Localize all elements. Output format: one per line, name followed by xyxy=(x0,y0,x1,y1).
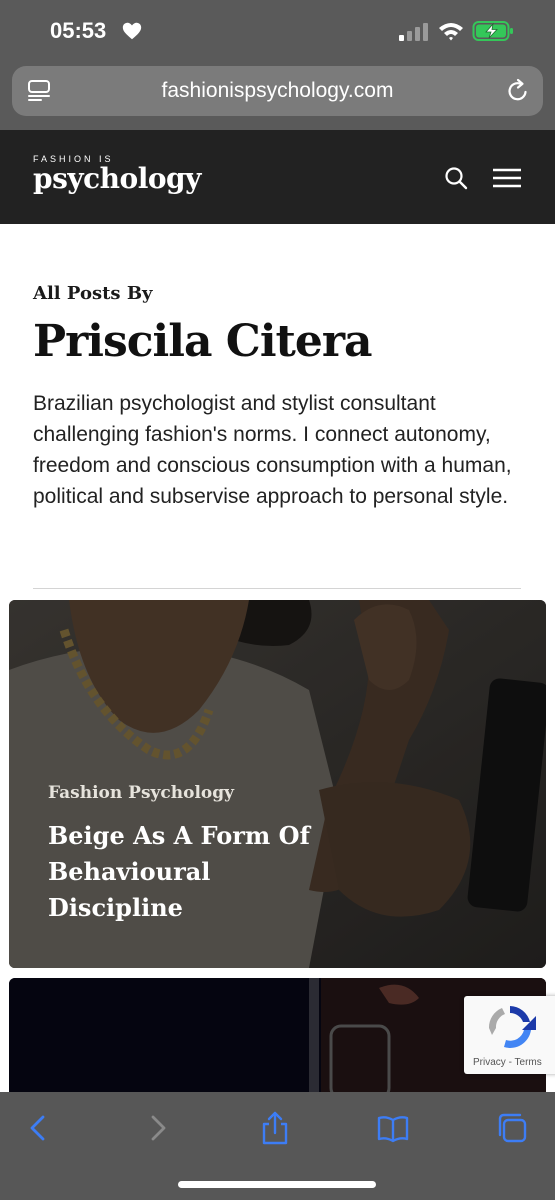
post-title[interactable]: Beige As A Form Of Behavioural Disciplin… xyxy=(48,818,338,926)
tabs-icon[interactable] xyxy=(495,1111,529,1145)
recaptcha-separator: - xyxy=(505,1057,515,1068)
posts-by-label: All Posts By xyxy=(33,283,153,304)
recaptcha-terms-link[interactable]: Terms xyxy=(515,1057,542,1068)
status-time: 05:53 xyxy=(50,18,107,43)
site-header: FASHION IS psychology xyxy=(0,130,555,224)
battery-charging-icon xyxy=(472,21,513,41)
hamburger-menu-icon[interactable] xyxy=(491,165,523,191)
recaptcha-badge[interactable]: Privacy - Terms xyxy=(464,996,555,1074)
logo-wordmark: psychology xyxy=(33,162,201,195)
book-icon[interactable] xyxy=(376,1111,410,1145)
author-name: Priscila Citera xyxy=(33,316,373,367)
chevron-left-icon[interactable] xyxy=(21,1111,55,1145)
search-icon[interactable] xyxy=(443,165,469,191)
recaptcha-icon xyxy=(488,1006,536,1048)
divider xyxy=(33,588,521,589)
signal-icon xyxy=(399,23,428,41)
site-logo[interactable]: FASHION IS psychology xyxy=(33,154,201,195)
share-icon[interactable] xyxy=(258,1111,292,1145)
chevron-right-icon[interactable] xyxy=(141,1111,175,1145)
url-text[interactable]: fashionispsychology.com xyxy=(12,79,543,103)
recaptcha-links: Privacy - Terms xyxy=(473,1057,542,1068)
reload-icon[interactable] xyxy=(505,78,531,104)
post-category[interactable]: Fashion Psychology xyxy=(48,783,234,803)
status-bar: 05:53 xyxy=(0,0,555,62)
author-bio: Brazilian psychologist and stylist consu… xyxy=(33,392,512,508)
home-indicator[interactable] xyxy=(178,1181,376,1188)
post-card[interactable]: Fashion Psychology Beige As A Form Of Be… xyxy=(9,600,546,968)
heart-icon xyxy=(122,22,142,40)
recaptcha-privacy-link[interactable]: Privacy xyxy=(473,1057,506,1068)
address-bar-area: fashionispsychology.com xyxy=(0,62,555,130)
wifi-icon xyxy=(439,23,463,41)
address-bar[interactable]: fashionispsychology.com xyxy=(12,66,543,116)
